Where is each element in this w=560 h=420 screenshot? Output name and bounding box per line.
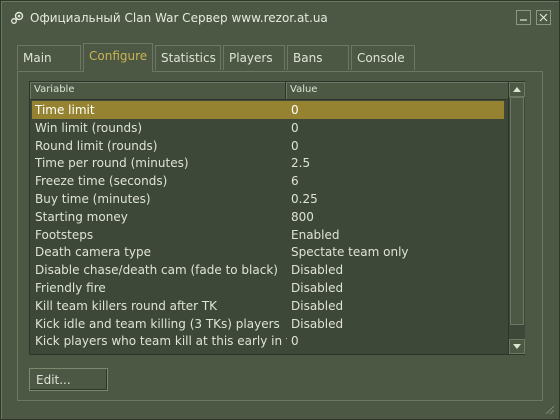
value-cell: 0 [291, 334, 299, 349]
table-row[interactable]: Friendly fire Disabled [32, 279, 504, 297]
table-row[interactable]: Round limit (rounds) 0 [32, 137, 504, 155]
window-title: Официальный Clan War Сервер www.rezor.at… [30, 11, 328, 25]
variable-cell: Round limit (rounds) [35, 138, 158, 153]
table-row[interactable]: Kick players who team kill at this early… [32, 332, 504, 350]
edit-button[interactable]: Edit... [29, 368, 108, 391]
tab-bans[interactable]: Bans [287, 45, 349, 70]
variable-cell: Win limit (rounds) [35, 120, 143, 135]
title-bar[interactable]: Официальный Clan War Сервер www.rezor.at… [1, 1, 559, 35]
value-cell: Disabled [291, 316, 344, 331]
variable-cell: Time limit [35, 103, 95, 117]
value-cell: Disabled [291, 263, 344, 278]
value-cell: 0.25 [291, 191, 318, 206]
scroll-track[interactable] [509, 97, 525, 339]
scroll-down-button[interactable] [509, 339, 525, 354]
minimize-icon [520, 19, 527, 21]
table-row[interactable]: Disable chase/death cam (fade to black) … [32, 261, 504, 279]
variable-cell: Time per round (minutes) [35, 156, 189, 171]
table-row[interactable]: Kick idle and team killing (3 TKs) playe… [32, 315, 504, 333]
tab-main[interactable]: Main [17, 45, 81, 70]
arrow-down-icon [513, 344, 521, 349]
table-row[interactable]: Win limit (rounds) 0 [32, 119, 504, 137]
variable-cell: Disable chase/death cam (fade to black) [35, 263, 278, 278]
value-cell: Enabled [291, 227, 340, 242]
variable-cell: Footsteps [35, 227, 94, 242]
variable-cell: Freeze time (seconds) [35, 174, 168, 189]
table-row[interactable]: Freeze time (seconds) 6 [32, 172, 504, 190]
minimize-button[interactable] [516, 10, 531, 25]
tab-strip: Main Configure Statistics Players Bans C… [17, 43, 547, 72]
tab-statistics[interactable]: Statistics [155, 45, 221, 70]
variable-cell: Starting money [35, 209, 128, 224]
arrow-up-icon [513, 87, 521, 92]
value-cell: 0 [291, 138, 299, 153]
variables-list[interactable]: Variable Value Time limit 0 Win limit (r… [29, 81, 525, 355]
value-cell: 0 [291, 120, 299, 135]
value-cell: 2.5 [291, 156, 311, 171]
variable-cell: Kick players who team kill at this early… [35, 334, 287, 349]
table-row[interactable]: Kill team killers round after TK Disable… [32, 297, 504, 315]
value-cell: 0 [291, 103, 299, 117]
tab-players[interactable]: Players [223, 45, 285, 70]
table-row[interactable]: Footsteps Enabled [32, 226, 504, 244]
resize-grip-icon[interactable] [543, 403, 555, 415]
value-cell: 800 [291, 209, 314, 224]
variable-cell: Kill team killers round after TK [35, 298, 218, 313]
scroll-up-button[interactable] [509, 82, 525, 97]
table-row[interactable]: Starting money 800 [32, 208, 504, 226]
table-row[interactable]: Buy time (minutes) 0.25 [32, 190, 504, 208]
variable-cell: Kick idle and team killing (3 TKs) playe… [35, 316, 280, 331]
close-button[interactable] [536, 10, 551, 25]
column-header-variable[interactable]: Variable [30, 82, 286, 99]
variable-cell: Buy time (minutes) [35, 191, 151, 206]
table-row[interactable]: Time per round (minutes) 2.5 [32, 154, 504, 172]
server-window: Официальный Clan War Сервер www.rezor.at… [0, 0, 560, 420]
steam-icon [11, 11, 24, 24]
close-icon [539, 13, 548, 22]
tab-configure[interactable]: Configure [83, 43, 153, 72]
value-cell: Spectate team only [291, 245, 409, 260]
value-cell: 6 [291, 174, 299, 189]
list-header: Variable Value [30, 82, 508, 100]
value-cell: Disabled [291, 298, 344, 313]
vertical-scrollbar[interactable] [508, 82, 525, 354]
variable-cell: Death camera type [35, 245, 152, 260]
table-row[interactable]: Time limit 0 [32, 101, 504, 119]
list-rows: Time limit 0 Win limit (rounds) 0 Round … [32, 101, 506, 354]
column-header-value[interactable]: Value [286, 82, 508, 99]
scroll-thumb[interactable] [510, 97, 524, 325]
table-row[interactable]: Death camera type Spectate team only [32, 243, 504, 261]
tab-console[interactable]: Console [351, 45, 415, 70]
variable-cell: Friendly fire [35, 280, 106, 295]
value-cell: Disabled [291, 280, 344, 295]
